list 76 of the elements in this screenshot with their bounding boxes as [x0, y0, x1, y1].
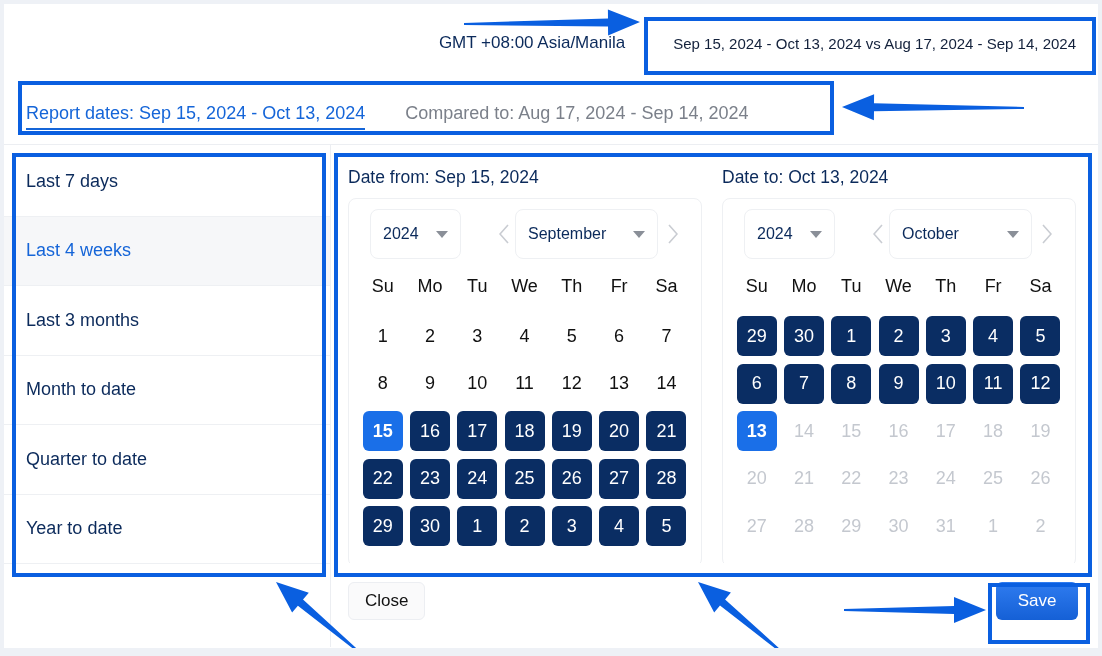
calendar-day[interactable]: 22 — [362, 458, 403, 499]
calendar-day[interactable]: 1 — [831, 316, 872, 356]
calendar-day[interactable]: 10 — [457, 363, 498, 404]
weekday-label: Mo — [416, 275, 444, 298]
calendar-day[interactable]: 30 — [409, 506, 450, 546]
calendar-day[interactable]: 14 — [646, 363, 687, 404]
weekday-label: Su — [370, 275, 395, 298]
close-button[interactable]: Close — [348, 582, 426, 620]
date-range-summary: Sep 15, 2024 - Oct 13, 2024 vs Aug 17, 2024 - Sep 14, 2024 — [673, 34, 1076, 52]
month-select[interactable]: September — [515, 209, 658, 259]
calendar-day[interactable]: 12 — [551, 363, 592, 404]
calendar-day[interactable]: 20 — [599, 411, 640, 451]
calendar-day[interactable]: 25 — [504, 458, 545, 499]
calendar-day[interactable]: 5 — [551, 316, 592, 356]
weekday-label: Su — [744, 275, 769, 298]
weekday-label: Mo — [790, 275, 818, 298]
calendar-day[interactable]: 12 — [1020, 363, 1061, 404]
calendar-day[interactable]: 10 — [925, 363, 966, 404]
calendar-day[interactable]: 4 — [599, 506, 640, 546]
preset-item[interactable]: Last 4 weeks — [4, 216, 330, 286]
weekday-label: Tu — [466, 275, 489, 298]
calendar-day[interactable]: 3 — [925, 316, 966, 356]
date-tab[interactable]: Compared to: Aug 17, 2024 - Sep 14, 2024 — [405, 96, 749, 130]
calendar-day[interactable]: 2 — [504, 506, 545, 546]
calendar-day[interactable]: 9 — [878, 363, 919, 404]
timezone-label: GMT +08:00 Asia/Manila — [438, 33, 626, 53]
weekday-label: Tu — [840, 275, 863, 298]
calendar-day[interactable]: 2 — [878, 316, 919, 356]
calendar-day[interactable]: 11 — [973, 363, 1014, 404]
calendar-day[interactable]: 23 — [409, 458, 450, 499]
month-select[interactable]: October — [889, 209, 1032, 259]
weekday-label: Th — [934, 275, 958, 298]
calendar-day[interactable]: 27 — [599, 458, 640, 499]
calendar-day[interactable]: 6 — [599, 316, 640, 356]
calendar-day[interactable]: 5 — [646, 506, 687, 546]
calendar-day[interactable]: 2 — [409, 316, 450, 356]
calendar-day[interactable]: 13 — [599, 363, 640, 404]
calendar-day[interactable]: 1 — [457, 506, 498, 546]
calendar-day[interactable]: 19 — [551, 411, 592, 451]
calendar-day[interactable]: 3 — [551, 506, 592, 546]
weekday-label: Th — [560, 275, 584, 298]
calendar-day[interactable]: 8 — [362, 363, 403, 404]
calendar-day[interactable]: 30 — [783, 316, 824, 356]
calendar-day[interactable]: 4 — [504, 316, 545, 356]
calendar-day[interactable]: 16 — [409, 411, 450, 451]
calendar-day[interactable]: 11 — [504, 363, 545, 404]
calendar-day[interactable]: 26 — [551, 458, 592, 499]
calendar-title: Date to: Oct 13, 2024 — [722, 167, 890, 188]
calendar-day[interactable]: 7 — [646, 316, 687, 356]
calendar-day[interactable]: 5 — [1020, 316, 1061, 356]
calendar-day[interactable]: 29 — [736, 316, 777, 356]
date-tab[interactable]: Report dates: Sep 15, 2024 - Oct 13, 2024 — [26, 96, 366, 130]
calendar-day[interactable]: 24 — [457, 458, 498, 499]
weekday-label: Fr — [983, 275, 1003, 298]
weekday-label: Sa — [654, 275, 679, 298]
calendar-day[interactable]: 9 — [409, 363, 450, 404]
calendar-day[interactable]: 4 — [973, 316, 1014, 356]
calendar-day[interactable]: 13 — [736, 411, 777, 451]
calendar-day[interactable]: 28 — [646, 458, 687, 499]
calendar-day[interactable]: 6 — [736, 363, 777, 404]
calendar-day[interactable]: 8 — [831, 363, 872, 404]
weekday-label: We — [510, 275, 539, 298]
weekday-label: We — [884, 275, 913, 298]
year-select[interactable]: 2024 — [744, 209, 835, 259]
calendar-day[interactable]: 15 — [362, 411, 403, 451]
calendar-day[interactable]: 7 — [783, 363, 824, 404]
year-select[interactable]: 2024 — [370, 209, 461, 259]
calendar-day[interactable]: 29 — [362, 506, 403, 546]
weekday-label: Sa — [1028, 275, 1053, 298]
weekday-label: Fr — [609, 275, 629, 298]
calendar-day[interactable]: 17 — [457, 411, 498, 451]
calendar-title: Date from: Sep 15, 2024 — [348, 167, 540, 188]
calendar-day[interactable]: 1 — [362, 316, 403, 356]
calendar-day[interactable]: 21 — [646, 411, 687, 451]
calendar-day[interactable]: 18 — [504, 411, 545, 451]
calendar-day[interactable]: 3 — [457, 316, 498, 356]
